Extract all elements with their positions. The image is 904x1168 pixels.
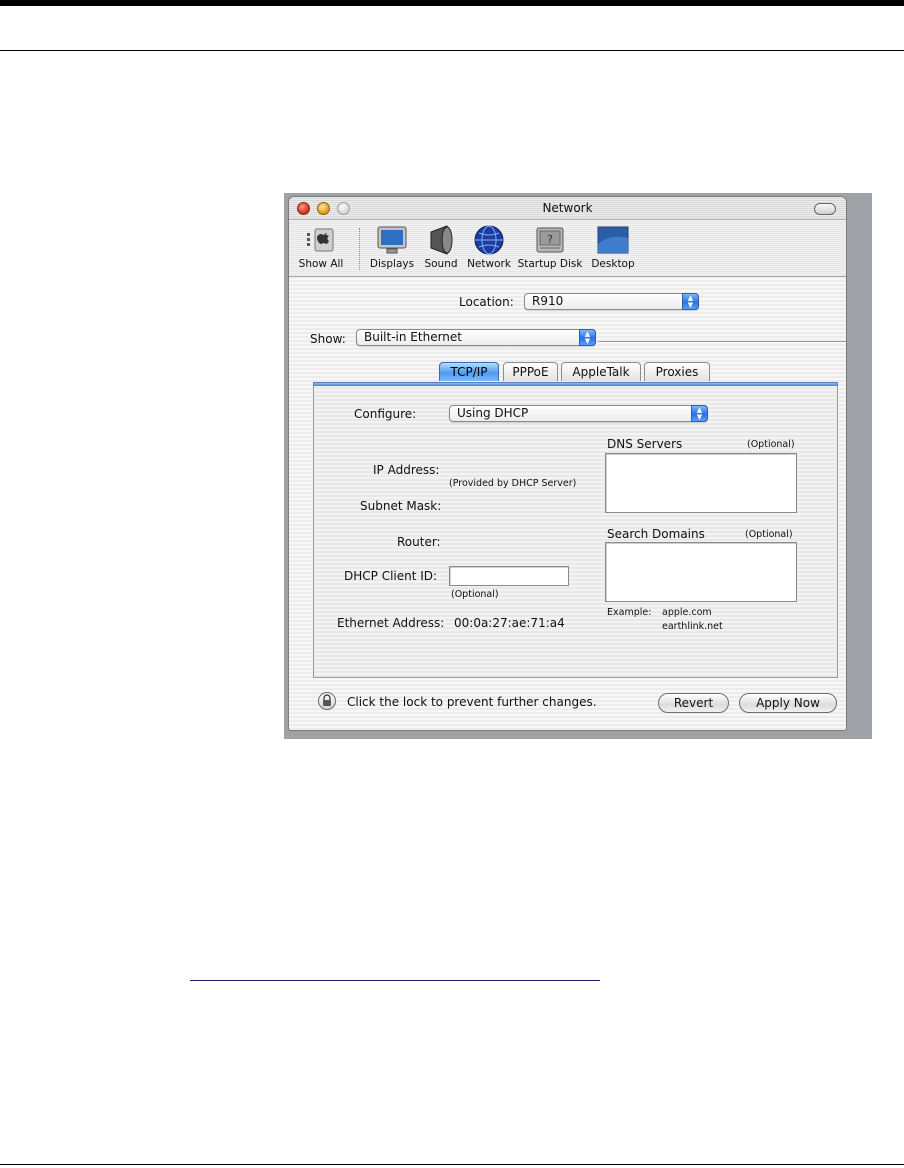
revert-button[interactable]: Revert [658,693,729,713]
toolbar-label: Desktop [591,258,635,270]
svg-text:?: ? [547,233,553,246]
configure-popup[interactable]: Using DHCP ▲ ▼ [449,405,708,422]
tab-label: AppleTalk [572,365,630,379]
tab-label: Proxies [655,365,699,379]
search-optional-note: (Optional) [745,529,793,540]
document-top-bar [0,0,904,6]
tab-proxies[interactable]: Proxies [644,362,710,381]
show-separator-line [598,341,846,343]
toolbar-startup-disk[interactable]: ? Startup Disk [517,224,583,270]
example-label: Example: [607,607,652,618]
popup-arrows-icon: ▲ ▼ [682,293,699,310]
configure-value: Using DHCP [457,406,529,420]
example-domain-2: earthlink.net [662,621,723,632]
dns-servers-label: DNS Servers [607,437,683,451]
displays-icon [376,224,408,256]
sound-icon [425,224,457,256]
location-popup[interactable]: R910 ▲ ▼ [524,293,699,310]
tab-pppoe[interactable]: PPPoE [503,362,558,381]
toolbar-toggle-button[interactable] [814,203,836,215]
search-domains-textarea[interactable] [605,542,797,602]
dhcp-optional-note: (Optional) [451,589,499,600]
document-footer-rule [0,1164,904,1165]
preferences-toolbar: Show All Displays Sound Network ? Startu… [289,220,846,277]
dhcp-client-id-input[interactable] [449,566,569,586]
show-value: Built-in Ethernet [364,330,462,344]
configure-label: Configure: [354,407,417,421]
network-preferences-window: Network Show All Displays Sound Network … [284,193,872,739]
show-label: Show: [310,332,346,346]
desktop-icon [597,224,629,256]
example-domain-1: apple.com [662,607,712,618]
toolbar-displays[interactable]: Displays [369,224,415,270]
dns-servers-textarea[interactable] [605,453,797,513]
tab-label: TCP/IP [450,365,488,379]
window-title: Network [542,201,593,215]
popup-arrows-icon: ▲ ▼ [579,329,596,346]
dns-optional-note: (Optional) [747,439,795,450]
tab-appletalk[interactable]: AppleTalk [561,362,641,381]
startup-disk-icon: ? [534,224,566,256]
ip-address-label: IP Address: [373,463,440,477]
location-value: R910 [532,294,564,308]
apply-now-button[interactable]: Apply Now [739,693,837,713]
show-all-icon [305,224,337,256]
location-label: Location: [459,295,514,309]
toolbar-separator [359,228,360,270]
toolbar-sound[interactable]: Sound [421,224,461,270]
search-domains-label: Search Domains [607,527,705,541]
window-frame: Network Show All Displays Sound Network … [288,196,847,731]
ethernet-address-value: 00:0a:27:ae:71:a4 [454,616,565,630]
show-popup[interactable]: Built-in Ethernet ▲ ▼ [356,329,596,346]
lock-text: Click the lock to prevent further change… [347,695,597,709]
tab-label: PPPoE [512,365,549,379]
ethernet-address-label: Ethernet Address: [337,616,445,630]
document-link-underline [190,980,600,981]
network-globe-icon [473,224,505,256]
popup-arrows-icon: ▲ ▼ [691,405,708,422]
toolbar-label: Startup Disk [517,258,583,270]
toolbar-label: Network [467,258,511,270]
tab-tcpip[interactable]: TCP/IP [439,362,499,381]
toolbar-desktop[interactable]: Desktop [589,224,637,270]
toolbar-label: Sound [424,258,458,270]
tcpip-panel: Configure: Using DHCP ▲ ▼ DNS Servers (Op… [313,386,838,678]
toolbar-label: Displays [369,258,415,270]
toolbar-network[interactable]: Network [465,224,513,270]
title-bar[interactable]: Network [289,197,846,220]
toolbar-show-all[interactable]: Show All [297,224,345,270]
router-label: Router: [397,535,441,549]
document-header-rule [0,50,904,51]
dhcp-client-id-label: DHCP Client ID: [344,569,438,583]
subnet-mask-label: Subnet Mask: [360,499,442,513]
lock-icon[interactable] [318,692,336,710]
provided-by-dhcp-note: (Provided by DHCP Server) [449,478,577,489]
toolbar-label: Show All [298,258,344,270]
